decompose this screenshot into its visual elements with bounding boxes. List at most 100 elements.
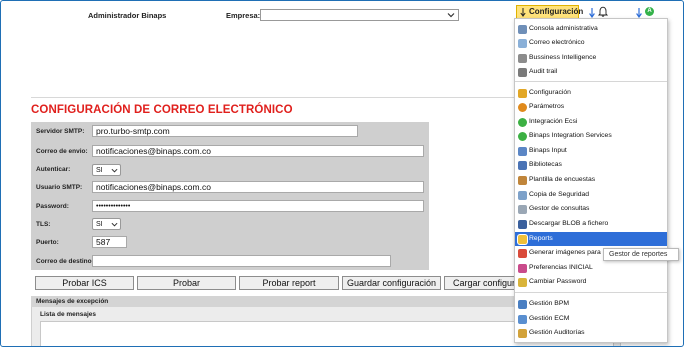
menu-item-label: Binaps Input: [529, 147, 567, 154]
reports-icon: [518, 235, 527, 244]
autenticar-select[interactable]: SI: [92, 164, 121, 176]
menu-item-label: Plantilla de encuestas: [529, 176, 596, 183]
menu-item-gestion-bpm[interactable]: Gestión BPM: [515, 297, 667, 311]
integration-icon: [518, 118, 527, 127]
menu-item-label: Gestor de consultas: [529, 205, 590, 212]
password-input[interactable]: ••••••••••••••: [92, 200, 424, 212]
menu-item-correo-electronico[interactable]: Correo electrónico: [515, 36, 667, 50]
menu-item-gestion-auditorias[interactable]: Gestión Auditorías: [515, 326, 667, 340]
menu-item-label: Descargar BLOB a fichero: [529, 220, 609, 227]
survey-icon: [518, 176, 527, 185]
reports-tooltip: Gestor de reportes: [603, 248, 679, 261]
query-icon: [518, 205, 527, 214]
probar-report-button[interactable]: Probar report: [239, 276, 339, 290]
menu-item-preferencias-inicial[interactable]: Preferencias INICIAL: [515, 261, 667, 275]
menu-item-parametros[interactable]: Parámetros: [515, 100, 667, 114]
menu-item-configuracion[interactable]: Configuración: [515, 86, 667, 100]
empresa-label: Empresa:: [226, 11, 261, 20]
servidor-smtp-input[interactable]: pro.turbo-smtp.com: [92, 125, 358, 137]
integration-services-icon: [518, 132, 527, 141]
menu-item-label: Configuración: [529, 89, 571, 96]
correo-envio-input[interactable]: notificaciones@binaps.com.co: [92, 145, 424, 157]
arrow-down-icon: [520, 8, 526, 17]
guardar-configuracion-button[interactable]: Guardar configuración: [342, 276, 441, 290]
menu-item-reports[interactable]: Reports: [515, 232, 667, 246]
ecm-icon: [518, 315, 527, 324]
menu-item-integracion-ecsi[interactable]: Integración Ecsi: [515, 115, 667, 129]
menu-item-gestion-ecm[interactable]: Gestión ECM: [515, 312, 667, 326]
menu-item-label: Bibliotecas: [529, 161, 562, 168]
audits-icon: [518, 329, 527, 338]
key-icon: [518, 278, 527, 287]
menu-item-label: Preferencias INICIAL: [529, 264, 593, 271]
parameters-icon: [518, 103, 527, 112]
arrow-down-icon[interactable]: [589, 8, 595, 18]
password-label: Password:: [36, 203, 69, 210]
menu-item-business-intelligence[interactable]: Bussiness Intelligence: [515, 51, 667, 65]
configuracion-button-label: Configuración: [529, 7, 584, 16]
divider: [31, 97, 514, 98]
menu-item-audit-trail[interactable]: Audit trail: [515, 65, 667, 79]
bpm-icon: [518, 300, 527, 309]
menu-item-label: Consola administrativa: [529, 25, 598, 32]
menu-item-label: Reports: [529, 235, 553, 242]
console-icon: [518, 25, 527, 34]
tls-select[interactable]: SI: [92, 218, 121, 230]
input-icon: [518, 147, 527, 156]
servidor-smtp-label: Servidor SMTP:: [36, 128, 85, 135]
menu-item-consola-administrativa[interactable]: Consola administrativa: [515, 22, 667, 36]
menu-item-plantilla-encuestas[interactable]: Plantilla de encuestas: [515, 173, 667, 187]
menu-item-label: Copia de Seguridad: [529, 191, 590, 198]
menu-item-label: Cambiar Password: [529, 278, 587, 285]
empresa-select[interactable]: [260, 9, 459, 21]
backup-icon: [518, 191, 527, 200]
menu-separator: [515, 81, 667, 82]
correo-destino-label: Correo de destino:: [36, 258, 94, 265]
pdf-images-icon: [518, 249, 527, 258]
preferences-icon: [518, 264, 527, 273]
menu-item-descargar-blob[interactable]: Descargar BLOB a fichero: [515, 217, 667, 231]
menu-item-cambiar-password[interactable]: Cambiar Password: [515, 275, 667, 289]
library-icon: [518, 161, 527, 170]
autenticar-select-value: SI: [96, 167, 103, 174]
menu-item-binaps-integration-services[interactable]: Binaps Integration Services: [515, 129, 667, 143]
chevron-down-icon: [111, 222, 118, 227]
menu-separator: [515, 292, 667, 293]
correo-destino-input[interactable]: [92, 255, 391, 267]
menu-item-label: Integración Ecsi: [529, 118, 578, 125]
menu-item-label: Bussiness Intelligence: [529, 54, 597, 61]
download-blob-icon: [518, 220, 527, 229]
menu-item-bibliotecas[interactable]: Bibliotecas: [515, 158, 667, 172]
configuracion-menu: Consola administrativa Correo electrónic…: [514, 18, 668, 343]
avatar[interactable]: A: [645, 7, 654, 16]
chevron-down-icon: [447, 13, 455, 18]
smtp-form: Servidor SMTP: pro.turbo-smtp.com Correo…: [31, 122, 429, 270]
autenticar-label: Autenticar:: [36, 166, 71, 173]
probar-button[interactable]: Probar: [137, 276, 236, 290]
menu-item-binaps-input[interactable]: Binaps Input: [515, 144, 667, 158]
puerto-input[interactable]: 587: [92, 236, 127, 248]
menu-item-label: Binaps Integration Services: [529, 132, 612, 139]
puerto-label: Puerto:: [36, 239, 59, 246]
menu-item-label: Audit trail: [529, 68, 558, 75]
audit-icon: [518, 68, 527, 77]
correo-envio-label: Correo de envio:: [36, 148, 88, 155]
page-title: CONFIGURACIÓN DE CORREO ELECTRÓNICO: [31, 104, 293, 116]
config-gears-icon: [518, 89, 527, 98]
menu-item-label: Gestión Auditorías: [529, 329, 585, 336]
menu-item-gestor-consultas[interactable]: Gestor de consultas: [515, 202, 667, 216]
email-icon: [518, 39, 527, 48]
menu-item-label: Parámetros: [529, 103, 565, 110]
usuario-smtp-label: Usuario SMTP:: [36, 184, 83, 191]
user-label: Administrador Binaps: [88, 11, 167, 20]
usuario-smtp-input[interactable]: notificaciones@binaps.com.co: [92, 181, 424, 193]
tls-select-value: SI: [96, 221, 103, 228]
menu-item-label: Gestión ECM: [529, 315, 570, 322]
menu-item-copia-seguridad[interactable]: Copia de Seguridad: [515, 188, 667, 202]
configuracion-button[interactable]: Configuración: [516, 5, 583, 19]
lista-mensajes-label: Lista de mensajes: [40, 311, 96, 318]
arrow-down-icon[interactable]: [636, 8, 642, 18]
bell-icon[interactable]: [598, 6, 608, 17]
chevron-down-icon: [111, 168, 118, 173]
probar-ics-button[interactable]: Probar ICS: [35, 276, 134, 290]
